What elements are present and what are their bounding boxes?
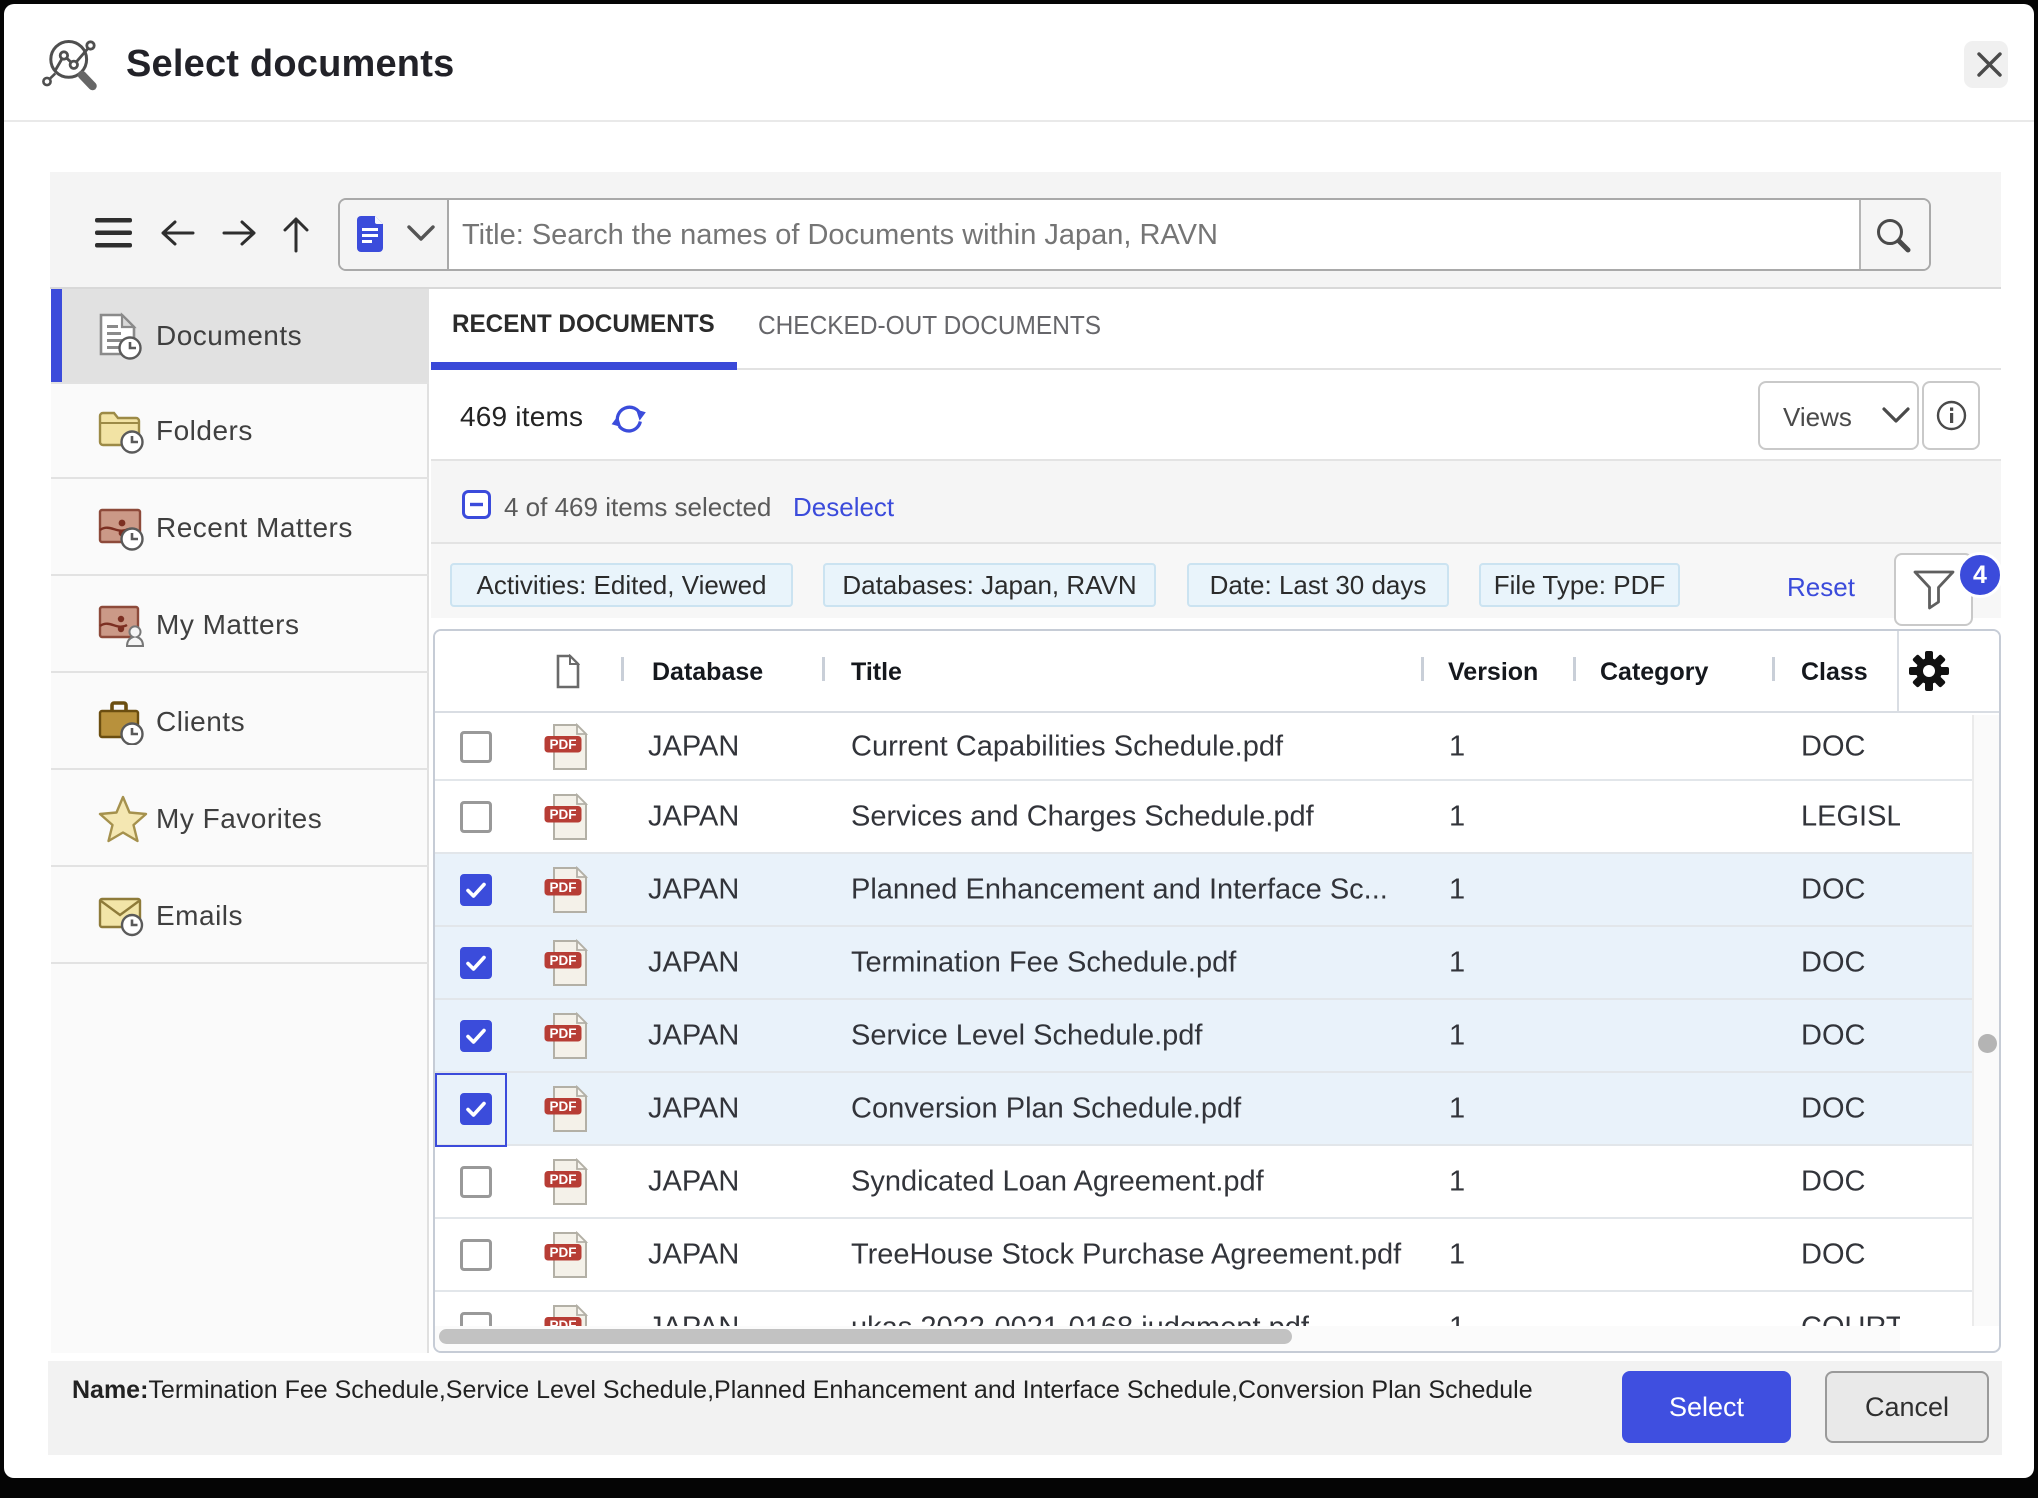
- svg-text:PDF: PDF: [550, 1172, 577, 1187]
- svg-text:PDF: PDF: [550, 1245, 577, 1260]
- svg-text:PDF: PDF: [550, 1026, 577, 1041]
- svg-text:PDF: PDF: [550, 737, 577, 752]
- svg-text:PDF: PDF: [550, 807, 577, 822]
- svg-text:PDF: PDF: [550, 1099, 577, 1114]
- svg-text:PDF: PDF: [550, 880, 577, 895]
- svg-text:PDF: PDF: [550, 953, 577, 968]
- svg-text:PDF: PDF: [550, 1318, 577, 1327]
